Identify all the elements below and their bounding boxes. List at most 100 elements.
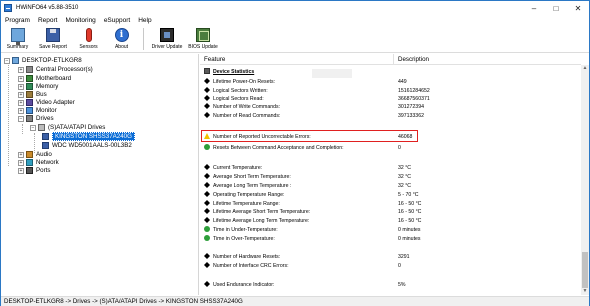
tree-item-ports[interactable]: + Ports [18, 166, 50, 175]
column-feature-header[interactable]: Feature [204, 56, 225, 63]
tree-item-drives[interactable]: − Drives [18, 114, 54, 123]
table-row[interactable]: Used Endurance Indicator: 5% [200, 280, 580, 289]
table-row[interactable]: Operating Temperature Range: 5 - 70 °C [200, 190, 580, 199]
table-row[interactable]: Number of Read Commands: 397133362 [200, 111, 580, 120]
expand-icon[interactable]: + [18, 66, 24, 73]
bullet-icon [204, 208, 210, 214]
menu-esupport[interactable]: eSupport [100, 15, 134, 26]
table-row[interactable]: Lifetime Power-On Resets: 449 [200, 77, 580, 86]
expand-icon[interactable]: + [18, 99, 24, 106]
table-row[interactable]: Number of Interface CRC Errors: 0 [200, 261, 580, 270]
tree-root[interactable]: − DESKTOP-ETLKGR8 [4, 56, 82, 65]
table-row[interactable]: Lifetime Average Long Term Temperature: 1… [200, 216, 580, 225]
ata-controller-icon [38, 124, 45, 131]
scroll-down-icon[interactable]: ▼ [581, 288, 589, 295]
feature-value: 3291 [398, 253, 410, 260]
save-report-button[interactable]: Save Report [34, 26, 72, 53]
collapse-icon[interactable]: − [4, 57, 10, 64]
table-row[interactable]: Number of Hardware Resets: 3291 [200, 252, 580, 261]
tree-item-label: Motherboard [36, 75, 72, 82]
feature-value: 301272394 [398, 103, 424, 110]
feature-label: Lifetime Temperature Range: [213, 200, 280, 207]
tree-item-label: Monitor [36, 107, 57, 114]
bullet-icon [204, 281, 210, 287]
chip-icon [160, 28, 174, 42]
collapse-icon[interactable]: − [30, 124, 36, 131]
tree-item-label: Audio [36, 151, 52, 158]
feature-label: Number of Read Commands: [213, 112, 281, 119]
app-icon [4, 4, 12, 12]
bios-icon [196, 28, 210, 42]
computer-icon [12, 57, 19, 64]
table-row[interactable]: Number of Write Commands: 301272394 [200, 102, 580, 111]
minimize-icon[interactable]: – [523, 1, 545, 15]
expand-icon[interactable]: + [18, 83, 24, 90]
table-row[interactable]: Average Short Term Temperature: 32 °C [200, 172, 580, 181]
feature-label: Number of Write Commands: [213, 103, 281, 110]
collapse-icon[interactable]: − [18, 115, 24, 122]
close-icon[interactable]: ✕ [567, 1, 589, 15]
toolbar-divider [143, 28, 144, 50]
status-bar: DESKTOP-ETLKGR8 -> Drives -> (S)ATA/ATAP… [1, 296, 589, 306]
summary-button[interactable]: Summary [1, 26, 34, 53]
table-row[interactable]: Time in Over-Temperature: 0 minutes [200, 234, 580, 243]
motherboard-icon [26, 75, 33, 82]
tree-item-sata-drives[interactable]: − (S)ATA/ATAPI Drives [30, 123, 105, 132]
details-pane: Feature Description Device Statistics Lif… [200, 54, 589, 295]
expand-icon[interactable]: + [18, 151, 24, 158]
menu-monitoring[interactable]: Monitoring [61, 15, 99, 26]
feature-value: 32 °C [398, 164, 412, 171]
tree-item-label: (S)ATA/ATAPI Drives [48, 124, 106, 131]
expand-icon[interactable]: + [18, 75, 24, 82]
title-bar: HWiNFO64 v5.88-3510 – □ ✕ [1, 1, 589, 15]
feature-value: 16 - 50 °C [398, 208, 422, 215]
bullet-icon [204, 87, 210, 93]
expand-icon[interactable]: + [18, 167, 24, 174]
bullet-icon [204, 173, 210, 179]
feature-label: Logical Sectors Read: [213, 95, 264, 102]
tree-item-label: WDC WD5001AALS-00L3B2 [52, 142, 132, 149]
menu-program[interactable]: Program [1, 15, 34, 26]
table-row[interactable]: Time in Under-Temperature: 0 minutes [200, 225, 580, 234]
bios-update-button[interactable]: BIOS Update [185, 26, 221, 53]
tree-item-wdc-hdd[interactable]: WDC WD5001AALS-00L3B2 [42, 141, 132, 150]
expand-icon[interactable]: + [18, 91, 24, 98]
expand-icon[interactable]: + [18, 107, 24, 114]
feature-label: Resets Between Command Acceptance and Co… [213, 144, 344, 151]
highlight-box [201, 130, 418, 142]
feature-label: Current Temperature: [213, 164, 263, 171]
sensors-button[interactable]: Sensors [72, 26, 105, 53]
menu-report[interactable]: Report [34, 15, 62, 26]
feature-value: 16 - 50 °C [398, 217, 422, 224]
table-row[interactable]: Device Statistics [200, 67, 580, 76]
feature-value: 0 [398, 262, 401, 269]
feature-value: 5 - 70 °C [398, 191, 419, 198]
device-tree: − DESKTOP-ETLKGR8 + Central Processor(s)… [2, 54, 199, 295]
feature-label: Time in Over-Temperature: [213, 235, 275, 242]
scrollbar-thumb[interactable] [582, 252, 588, 288]
app-window: HWiNFO64 v5.88-3510 – □ ✕ Program Report… [0, 0, 590, 306]
save-report-button-label: Save Report [39, 44, 67, 50]
toolbar: Summary Save Report Sensors i About Driv… [1, 26, 589, 53]
feature-label: Lifetime Power-On Resets: [213, 78, 275, 85]
column-description-header[interactable]: Description [398, 56, 429, 63]
feature-label: Used Endurance Indicator: [213, 281, 275, 288]
table-row[interactable]: Average Long Term Temperature : 32 °C [200, 181, 580, 190]
monitor-icon [10, 28, 25, 45]
table-row[interactable]: Lifetime Average Short Term Temperature:… [200, 207, 580, 216]
feature-value: 32 °C [398, 173, 412, 180]
table-row[interactable]: Current Temperature: 32 °C [200, 163, 580, 172]
bios-update-button-label: BIOS Update [188, 44, 218, 50]
maximize-icon[interactable]: □ [545, 1, 567, 15]
tree-item-cpu[interactable]: + Central Processor(s) [18, 65, 93, 74]
menu-help[interactable]: Help [134, 15, 155, 26]
scroll-up-icon[interactable]: ▲ [581, 65, 589, 72]
expand-icon[interactable]: + [18, 159, 24, 166]
about-button[interactable]: i About [105, 26, 138, 53]
table-row[interactable]: Resets Between Command Acceptance and Co… [200, 143, 580, 152]
vertical-scrollbar[interactable]: ▲ ▼ [581, 65, 589, 295]
column-divider[interactable] [393, 54, 394, 65]
feature-label: Average Long Term Temperature : [213, 182, 292, 189]
driver-update-button[interactable]: Driver Update [149, 26, 185, 53]
tree-item-kingston-ssd[interactable]: KINGSTON SHSS37A240G [42, 132, 135, 141]
